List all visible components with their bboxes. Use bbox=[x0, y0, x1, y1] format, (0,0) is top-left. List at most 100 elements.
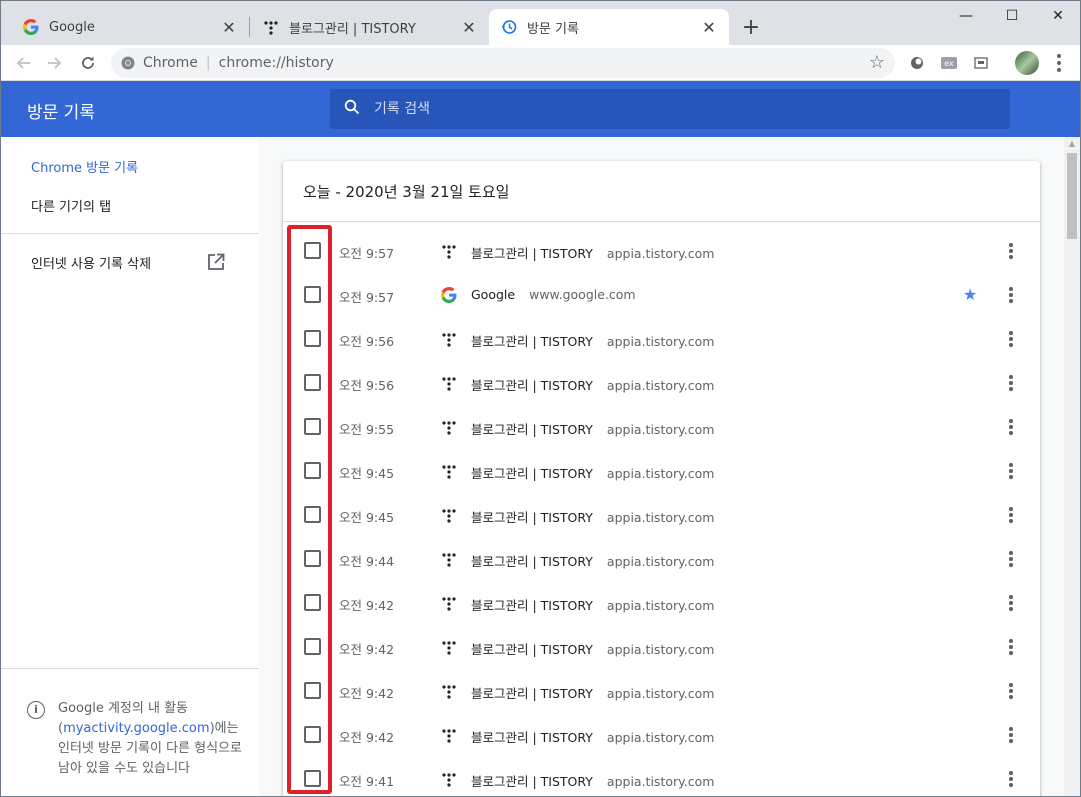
select-checkbox[interactable] bbox=[304, 374, 321, 391]
history-row[interactable]: 오전 9:41 블로그관리 | TISTORY appia.tistory.com bbox=[283, 757, 1040, 796]
select-checkbox[interactable] bbox=[304, 330, 321, 347]
history-row[interactable]: 오전 9:42 블로그관리 | TISTORY appia.tistory.com bbox=[283, 625, 1040, 669]
tab-tistory[interactable]: 블로그관리 | TISTORY ✕ bbox=[251, 9, 489, 45]
search-input[interactable] bbox=[374, 101, 974, 117]
entry-title: 블로그관리 | TISTORY bbox=[471, 730, 593, 745]
tistory-favicon-icon bbox=[264, 21, 278, 35]
entry-link[interactable]: Google www.google.com bbox=[471, 287, 636, 302]
select-checkbox[interactable] bbox=[304, 418, 321, 435]
entry-link[interactable]: 블로그관리 | TISTORY appia.tistory.com bbox=[471, 683, 714, 702]
select-checkbox[interactable] bbox=[304, 682, 321, 699]
history-row[interactable]: 오전 9:57 Google www.google.com ★ bbox=[283, 273, 1040, 317]
history-search[interactable] bbox=[330, 89, 1010, 129]
page-title: 방문 기록 bbox=[27, 103, 95, 123]
sidebar-item-clear-data[interactable]: 인터넷 사용 기록 삭제 bbox=[31, 253, 151, 272]
entry-domain: appia.tistory.com bbox=[606, 686, 715, 701]
back-arrow-icon bbox=[16, 57, 30, 69]
history-row[interactable]: 오전 9:42 블로그관리 | TISTORY appia.tistory.com bbox=[283, 581, 1040, 625]
entry-link[interactable]: 블로그관리 | TISTORY appia.tistory.com bbox=[471, 507, 714, 526]
tistory-favicon-icon bbox=[441, 507, 457, 523]
entry-link[interactable]: 블로그관리 | TISTORY appia.tistory.com bbox=[471, 463, 714, 482]
entry-link[interactable]: 블로그관리 | TISTORY appia.tistory.com bbox=[471, 727, 714, 746]
entry-link[interactable]: 블로그관리 | TISTORY appia.tistory.com bbox=[471, 419, 714, 438]
close-tab-icon[interactable]: ✕ bbox=[701, 18, 717, 37]
svg-text:ex: ex bbox=[944, 59, 954, 68]
minimize-button[interactable]: — bbox=[943, 1, 989, 31]
select-checkbox[interactable] bbox=[304, 638, 321, 655]
maximize-button[interactable]: ☐ bbox=[989, 1, 1035, 31]
tistory-favicon-icon bbox=[441, 771, 457, 787]
scrollbar-thumb[interactable] bbox=[1067, 153, 1077, 239]
forward-arrow-icon bbox=[48, 57, 62, 69]
history-row[interactable]: 오전 9:42 블로그관리 | TISTORY appia.tistory.com bbox=[283, 669, 1040, 713]
sidebar-item-other-devices[interactable]: 다른 기기의 탭 bbox=[31, 196, 111, 215]
open-external-icon[interactable] bbox=[207, 253, 225, 271]
history-icon bbox=[501, 20, 517, 34]
sidebar-item-chrome-history[interactable]: Chrome 방문 기록 bbox=[31, 157, 138, 176]
bookmark-star-icon[interactable]: ☆ bbox=[869, 52, 885, 73]
row-menu-icon[interactable] bbox=[1007, 506, 1015, 524]
row-menu-icon[interactable] bbox=[1007, 550, 1015, 568]
bookmarked-star-icon[interactable]: ★ bbox=[963, 285, 977, 304]
row-menu-icon[interactable] bbox=[1007, 242, 1015, 260]
row-menu-icon[interactable] bbox=[1007, 770, 1015, 788]
tistory-favicon-icon bbox=[441, 551, 457, 567]
tistory-favicon-icon bbox=[441, 595, 457, 611]
history-row[interactable]: 오전 9:55 블로그관리 | TISTORY appia.tistory.com bbox=[283, 405, 1040, 449]
extension-ex-icon[interactable]: ex bbox=[939, 53, 959, 73]
visit-time: 오전 9:42 bbox=[339, 598, 395, 613]
close-tab-icon[interactable]: ✕ bbox=[461, 18, 477, 37]
extension-media-icon[interactable] bbox=[971, 53, 991, 73]
entry-domain: appia.tistory.com bbox=[606, 598, 715, 613]
row-menu-icon[interactable] bbox=[1007, 726, 1015, 744]
select-checkbox[interactable] bbox=[304, 550, 321, 567]
history-row[interactable]: 오전 9:56 블로그관리 | TISTORY appia.tistory.com bbox=[283, 317, 1040, 361]
entry-link[interactable]: 블로그관리 | TISTORY appia.tistory.com bbox=[471, 331, 714, 350]
activity-note: i Google 계정의 내 활동 (myactivity.google.com… bbox=[27, 699, 249, 779]
address-bar[interactable]: Chrome | chrome://history ☆ bbox=[111, 48, 895, 78]
history-row[interactable]: 오전 9:45 블로그관리 | TISTORY appia.tistory.com bbox=[283, 493, 1040, 537]
select-checkbox[interactable] bbox=[304, 726, 321, 743]
myactivity-link[interactable]: myactivity.google.com bbox=[63, 721, 209, 736]
profile-avatar[interactable] bbox=[1015, 51, 1039, 75]
entry-link[interactable]: 블로그관리 | TISTORY appia.tistory.com bbox=[471, 551, 714, 570]
tistory-favicon-icon bbox=[441, 243, 457, 259]
select-checkbox[interactable] bbox=[304, 594, 321, 611]
row-menu-icon[interactable] bbox=[1007, 330, 1015, 348]
tab-history[interactable]: 방문 기록 ✕ bbox=[489, 9, 729, 45]
back-button[interactable] bbox=[9, 49, 37, 77]
scroll-up-arrow-icon[interactable]: ▲ bbox=[1064, 139, 1080, 151]
row-menu-icon[interactable] bbox=[1007, 682, 1015, 700]
history-row[interactable]: 오전 9:42 블로그관리 | TISTORY appia.tistory.com bbox=[283, 713, 1040, 757]
forward-button[interactable] bbox=[41, 49, 69, 77]
row-menu-icon[interactable] bbox=[1007, 594, 1015, 612]
row-menu-icon[interactable] bbox=[1007, 638, 1015, 656]
entry-link[interactable]: 블로그관리 | TISTORY appia.tistory.com bbox=[471, 595, 714, 614]
entry-link[interactable]: 블로그관리 | TISTORY appia.tistory.com bbox=[471, 771, 714, 790]
tab-google[interactable]: Google ✕ bbox=[11, 9, 249, 45]
row-menu-icon[interactable] bbox=[1007, 286, 1015, 304]
select-checkbox[interactable] bbox=[304, 506, 321, 523]
row-menu-icon[interactable] bbox=[1007, 418, 1015, 436]
extension-record-icon[interactable] bbox=[907, 53, 927, 73]
select-checkbox[interactable] bbox=[304, 286, 321, 303]
close-tab-icon[interactable]: ✕ bbox=[221, 18, 237, 37]
history-row[interactable]: 오전 9:57 블로그관리 | TISTORY appia.tistory.com bbox=[283, 229, 1040, 273]
row-menu-icon[interactable] bbox=[1007, 374, 1015, 392]
row-menu-icon[interactable] bbox=[1007, 462, 1015, 480]
history-row[interactable]: 오전 9:56 블로그관리 | TISTORY appia.tistory.com bbox=[283, 361, 1040, 405]
entry-link[interactable]: 블로그관리 | TISTORY appia.tistory.com bbox=[471, 639, 714, 658]
entry-link[interactable]: 블로그관리 | TISTORY appia.tistory.com bbox=[471, 375, 714, 394]
select-checkbox[interactable] bbox=[304, 242, 321, 259]
new-tab-button[interactable]: + bbox=[737, 13, 765, 41]
entry-title: 블로그관리 | TISTORY bbox=[471, 246, 593, 261]
reload-button[interactable] bbox=[74, 49, 102, 77]
entry-link[interactable]: 블로그관리 | TISTORY appia.tistory.com bbox=[471, 243, 714, 262]
browser-menu-icon[interactable] bbox=[1051, 53, 1067, 73]
history-row[interactable]: 오전 9:45 블로그관리 | TISTORY appia.tistory.com bbox=[283, 449, 1040, 493]
select-checkbox[interactable] bbox=[304, 770, 321, 787]
select-checkbox[interactable] bbox=[304, 462, 321, 479]
history-row[interactable]: 오전 9:44 블로그관리 | TISTORY appia.tistory.com bbox=[283, 537, 1040, 581]
close-window-button[interactable]: ✕ bbox=[1035, 1, 1080, 31]
google-favicon-icon bbox=[441, 287, 457, 303]
